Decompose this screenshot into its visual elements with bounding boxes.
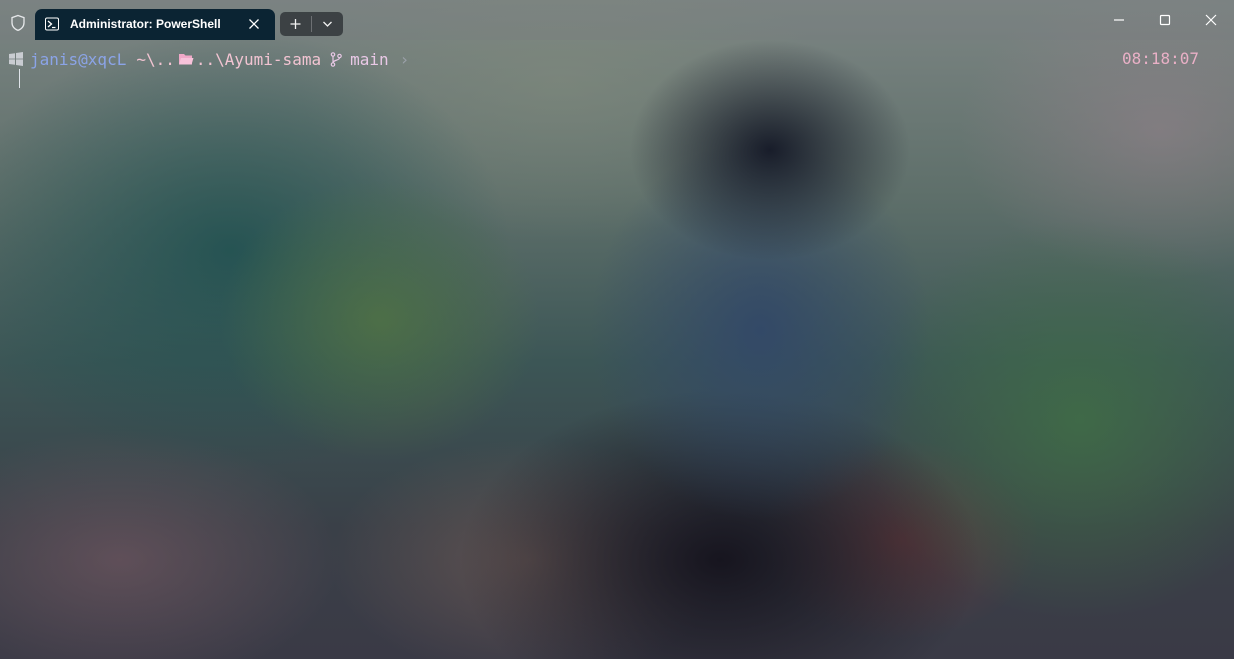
user-host: janis@xqcL [30,49,127,69]
terminal-window: Administrator: PowerShell janis@xqcL ~\.… [0,0,1234,659]
prompt-time: 08:18:07 [1121,49,1199,68]
windows-icon [9,52,23,66]
git-branch-icon [330,51,342,67]
tab-close-icon[interactable] [246,16,262,32]
folder-icon [178,54,194,65]
plus-icon [290,19,301,29]
close-icon[interactable] [1199,8,1223,32]
git-branch: main [350,49,389,69]
maximize-icon[interactable] [1153,8,1177,32]
prompt-chevron: › [399,49,410,69]
terminal-area[interactable]: janis@xqcL ~\.. ..\Ayumi-sama main › 08:… [0,40,1234,659]
new-tab-group [280,12,343,36]
chevron-down-icon [323,21,332,27]
new-tab-button[interactable] [280,12,311,36]
tab-title: Administrator: PowerShell [70,17,221,31]
path-prefix: ~\.. [136,49,175,69]
shield-icon [11,14,25,32]
text-cursor [19,69,20,88]
tab-powershell[interactable]: Administrator: PowerShell [35,9,275,40]
tab-dropdown-button[interactable] [312,12,343,36]
minimize-icon[interactable] [1107,8,1131,32]
title-bar[interactable]: Administrator: PowerShell [0,0,1234,40]
powershell-icon [45,17,59,31]
prompt-line: janis@xqcL ~\.. ..\Ayumi-sama main › [8,49,409,69]
path-suffix: ..\Ayumi-sama [195,49,322,69]
